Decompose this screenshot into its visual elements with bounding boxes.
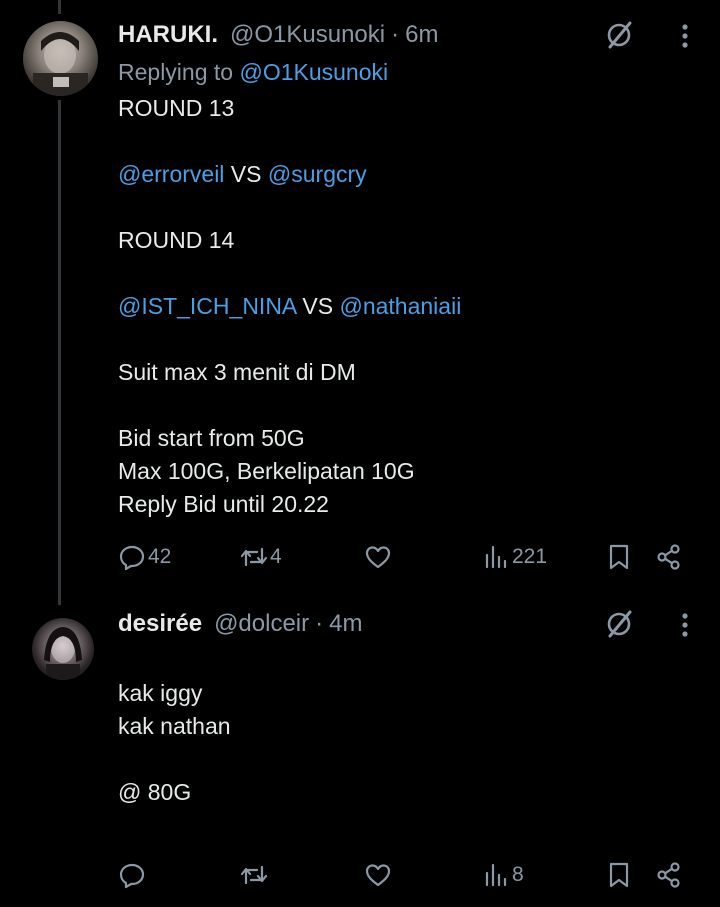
tweet-text-line xyxy=(118,743,720,776)
separator-dot: · xyxy=(391,21,400,48)
display-name[interactable]: desirée xyxy=(118,610,202,638)
timestamp[interactable]: 4m xyxy=(329,610,362,638)
mention-link[interactable]: @errorveil xyxy=(118,161,224,187)
text-span: Max 100G, Berkelipatan 10G xyxy=(118,458,415,484)
reply-count: 42 xyxy=(148,545,172,568)
tweet-text: kak iggy kak nathan @ 80G xyxy=(118,644,720,809)
tweet-haruki[interactable]: HARUKI. @O1Kusunoki · 6m Replying to @O1… xyxy=(118,18,720,571)
views-count: 221 xyxy=(512,545,548,568)
tweet-text-line xyxy=(118,389,720,422)
timestamp[interactable]: 6m xyxy=(405,21,438,49)
tweet-text-line: ROUND 14 xyxy=(118,224,720,257)
bookmark-button[interactable] xyxy=(605,858,633,892)
grok-icon[interactable] xyxy=(604,609,634,639)
text-span: Reply Bid until 20.22 xyxy=(118,491,329,517)
tweet-text-line: Suit max 3 menit di DM xyxy=(118,356,720,389)
more-options-icon[interactable] xyxy=(680,611,690,639)
avatar-desiree-image xyxy=(44,627,82,680)
views-count: 8 xyxy=(512,863,524,886)
mention-link[interactable]: @surgcry xyxy=(268,161,367,187)
avatar-desiree[interactable] xyxy=(32,618,94,680)
tweet-text-line: @IST_ICH_NINA VS @nathaniaii xyxy=(118,290,720,323)
tweet-text-line: @errorveil VS @surgcry xyxy=(118,158,720,191)
avatar-haruki[interactable] xyxy=(23,21,98,96)
tweet-text-line: Reply Bid until 20.22 xyxy=(118,488,720,521)
tweet-text-line xyxy=(118,125,720,158)
tweet-desiree[interactable]: desirée @dolceir · 4m kak iggy kak nathan… xyxy=(118,607,720,889)
like-button[interactable] xyxy=(364,540,394,574)
like-icon xyxy=(365,864,391,887)
repost-icon xyxy=(240,547,268,567)
repost-count: 4 xyxy=(270,545,282,568)
tweet-text-line xyxy=(118,644,720,677)
repost-button[interactable] xyxy=(240,858,270,892)
like-button[interactable] xyxy=(364,858,394,892)
tweet-text-line: Max 100G, Berkelipatan 10G xyxy=(118,455,720,488)
tweet-text-line: kak iggy xyxy=(118,677,720,710)
text-span: VS xyxy=(296,293,340,319)
tweet-text-line: ROUND 13 xyxy=(118,92,720,125)
more-options-icon[interactable] xyxy=(680,22,690,50)
share-icon xyxy=(657,862,680,888)
replying-to-label: Replying to xyxy=(118,59,234,85)
repost-button[interactable]: 4 xyxy=(240,540,282,574)
bookmark-button[interactable] xyxy=(605,540,633,574)
bookmark-icon xyxy=(609,862,629,888)
tweet-header: HARUKI. @O1Kusunoki · 6m xyxy=(118,18,720,52)
replying-to: Replying to @O1Kusunoki xyxy=(118,58,720,86)
share-button[interactable] xyxy=(655,540,683,574)
grok-icon[interactable] xyxy=(604,20,634,50)
user-handle[interactable]: @O1Kusunoki xyxy=(230,21,385,49)
tweet-text-line: Bid start from 50G xyxy=(118,422,720,455)
share-icon xyxy=(657,544,680,570)
reply-icon xyxy=(119,545,145,571)
tweet-actions: 8 xyxy=(118,858,720,892)
mention-link[interactable]: @nathaniaii xyxy=(339,293,461,319)
share-button[interactable] xyxy=(655,858,683,892)
repost-icon xyxy=(240,865,268,885)
bookmark-icon xyxy=(609,544,629,570)
text-span: Suit max 3 menit di DM xyxy=(118,359,356,385)
tweet-text-line xyxy=(118,323,720,356)
user-handle[interactable]: @dolceir xyxy=(214,610,309,638)
views-icon xyxy=(485,545,507,569)
display-name[interactable]: HARUKI. xyxy=(118,21,218,49)
views-button[interactable]: 221 xyxy=(482,540,547,574)
like-icon xyxy=(365,546,391,569)
views-button[interactable]: 8 xyxy=(482,858,524,892)
mention-link[interactable]: @IST_ICH_NINA xyxy=(118,293,296,319)
avatar-haruki-image xyxy=(33,32,88,96)
text-span: kak iggy xyxy=(118,680,203,706)
tweet-text-line: kak nathan xyxy=(118,710,720,743)
reply-icon xyxy=(119,863,145,889)
thread-line-top xyxy=(58,0,61,14)
text-span: Bid start from 50G xyxy=(118,425,305,451)
separator-dot: · xyxy=(315,610,324,637)
tweet-text-line: @ 80G xyxy=(118,776,720,809)
tweet-actions: 42 4 221 xyxy=(118,540,720,574)
tweet-text: ROUND 13 @errorveil VS @surgcry ROUND 14 @I… xyxy=(118,92,720,521)
tweet-text-line xyxy=(118,257,720,290)
tweet-text-line xyxy=(118,191,720,224)
thread-connector-line xyxy=(58,100,61,605)
text-span: @ 80G xyxy=(118,779,192,805)
tweet-header: desirée @dolceir · 4m xyxy=(118,607,720,641)
replying-to-handle[interactable]: @O1Kusunoki xyxy=(239,59,388,85)
reply-button[interactable]: 42 xyxy=(118,540,171,574)
views-icon xyxy=(485,863,507,887)
text-span: ROUND 13 xyxy=(118,95,235,121)
text-span: kak nathan xyxy=(118,713,231,739)
text-span: VS xyxy=(224,161,268,187)
reply-button[interactable] xyxy=(118,858,148,892)
text-span: ROUND 14 xyxy=(118,227,235,253)
